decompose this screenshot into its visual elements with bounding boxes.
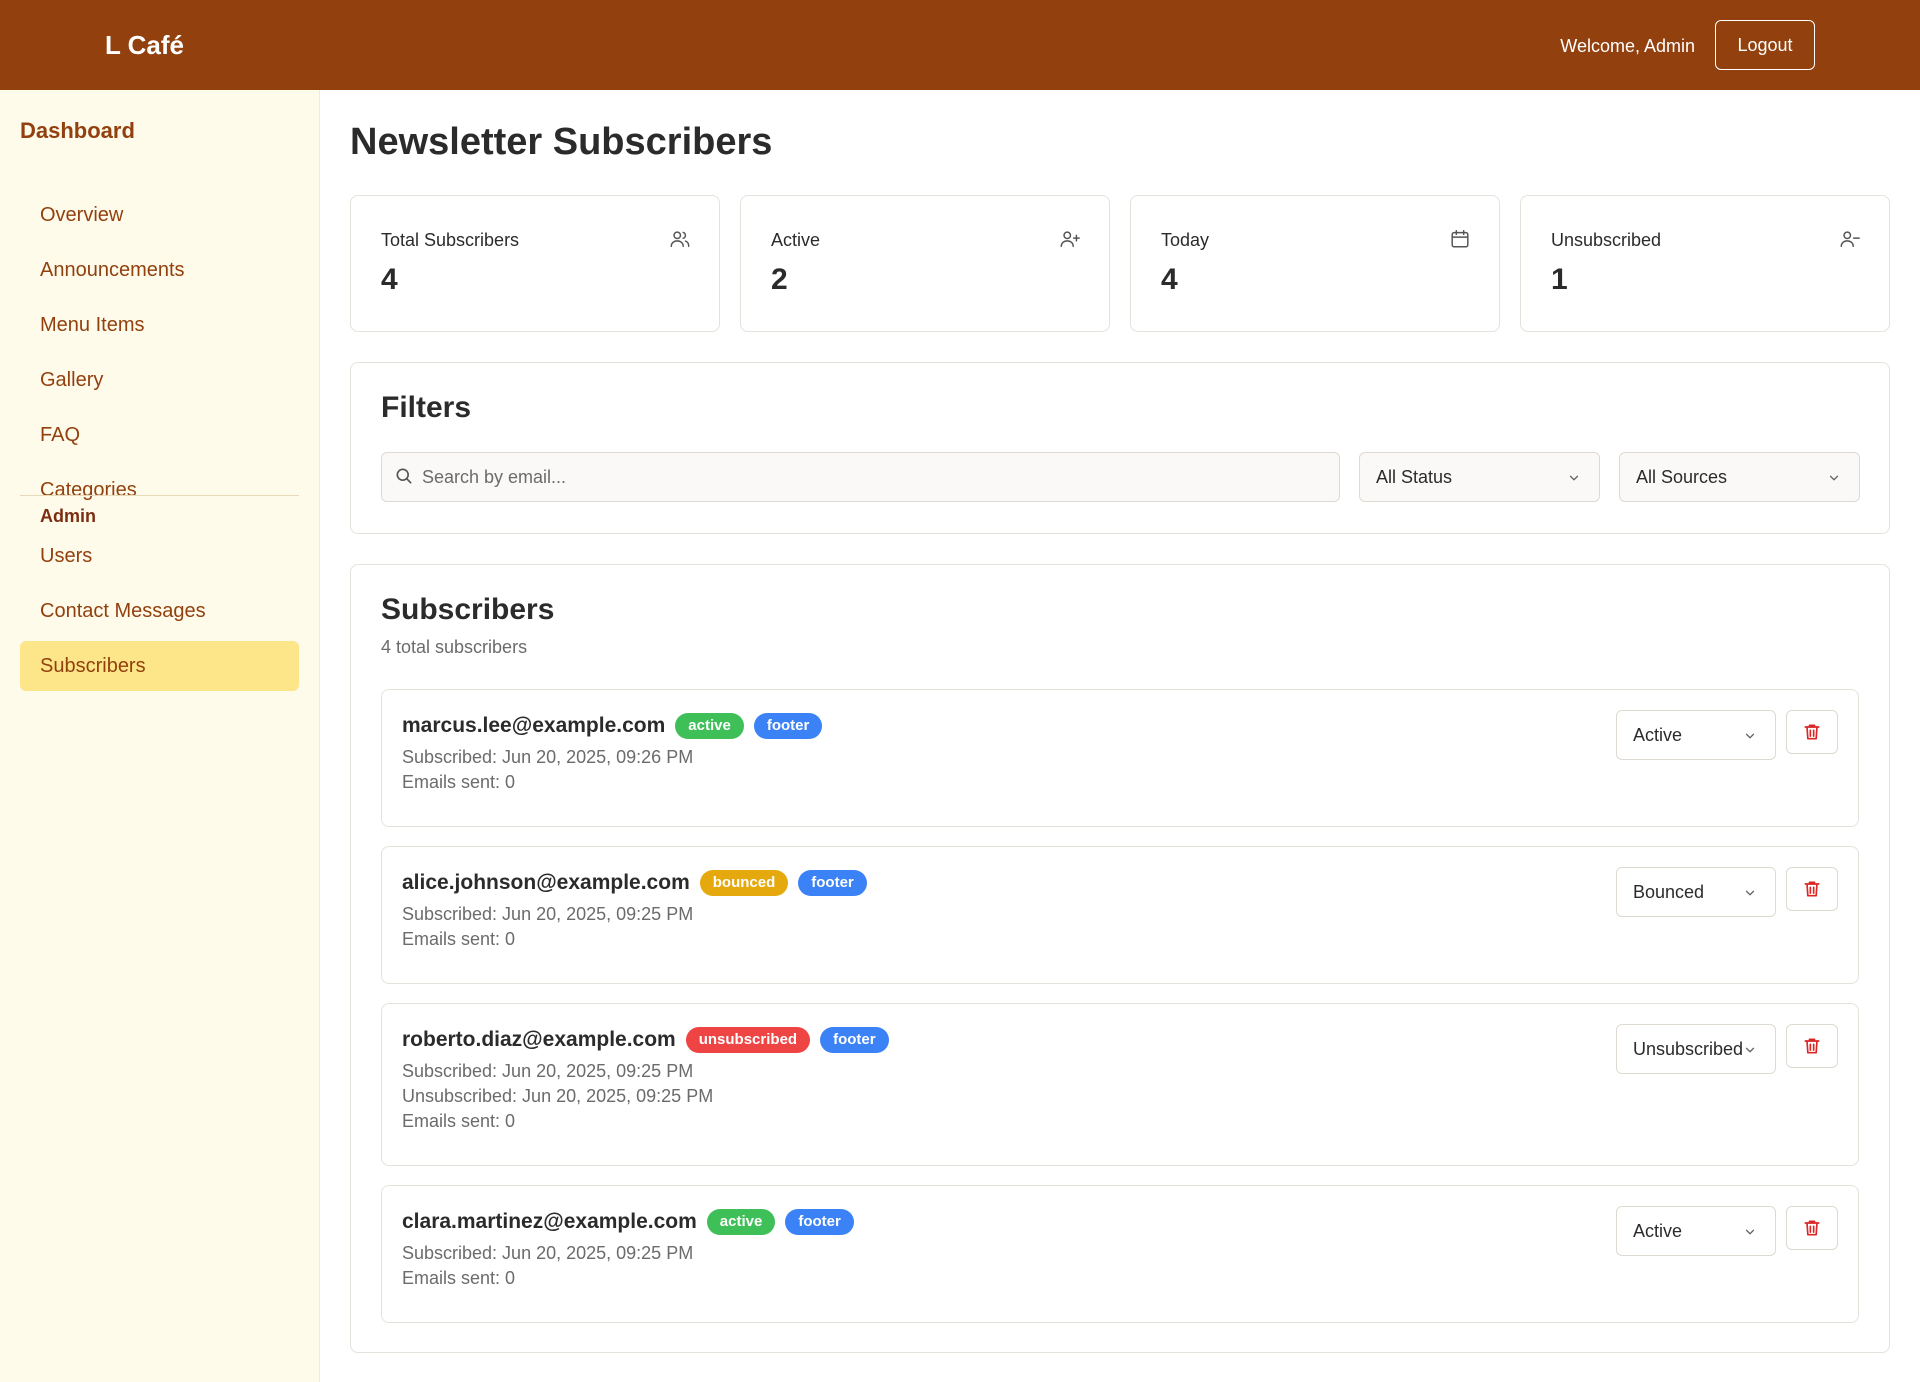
source-badge: footer [798,870,867,896]
search-input[interactable]: Search by email... [381,452,1340,502]
status-select-value: Unsubscribed [1633,1038,1744,1059]
delete-button[interactable] [1786,1206,1838,1250]
emails-sent: Emails sent: 0 [402,772,516,792]
search-icon [396,468,412,484]
brand-logo[interactable]: L Café [105,28,184,62]
filters-card: Filters Search by email... All Status Al… [350,362,1890,534]
stat-label: Active [771,230,821,250]
unsubscribed-date: Unsubscribed: Jun 20, 2025, 09:25 PM [402,1086,714,1106]
status-select[interactable]: Active [1616,1206,1776,1256]
sidebar-item-gallery[interactable]: Gallery [20,355,299,405]
sidebar-item-menu-items[interactable]: Menu Items [20,300,299,350]
sidebar-item-faq[interactable]: FAQ [20,410,299,460]
emails-sent: Emails sent: 0 [402,1268,516,1288]
subscriber-row: alice.johnson@example.com bounced footer… [381,846,1859,984]
sidebar: Dashboard Overview Announcements Menu It… [0,90,320,1382]
logout-button[interactable]: Logout [1715,20,1815,70]
sidebar-item-users[interactable]: Users [20,531,299,581]
status-badge: active [706,1209,776,1235]
trash-icon [1804,1038,1820,1054]
status-badge: bounced [699,870,789,896]
subscriber-email: roberto.diaz@example.com [402,1028,676,1051]
subscriber-email: marcus.lee@example.com [402,714,666,737]
stat-card-active: Active 2 [740,195,1110,332]
stat-label: Today [1161,230,1210,250]
subscribers-count: 4 total subscribers [381,637,528,657]
delete-button[interactable] [1786,867,1838,911]
chevron-down-icon [1745,733,1755,739]
subscribers-card: Subscribers 4 total subscribers marcus.l… [350,564,1890,1353]
emails-sent: Emails sent: 0 [402,929,516,949]
stat-value: 4 [1161,263,1178,296]
status-filter-value: All Status [1376,466,1453,487]
sidebar-divider [20,495,299,496]
trash-icon [1804,724,1820,740]
chevron-down-icon [1745,1047,1755,1053]
subscribed-date: Subscribed: Jun 20, 2025, 09:26 PM [402,747,694,767]
subscriber-email: alice.johnson@example.com [402,871,690,894]
stat-value: 2 [771,263,788,296]
sidebar-section-admin: Admin [40,506,96,526]
status-select[interactable]: Active [1616,710,1776,760]
chevron-down-icon [1745,890,1755,896]
status-select-value: Active [1633,724,1683,745]
status-badge: active [675,713,744,739]
status-badge: unsubscribed [685,1027,811,1053]
status-filter-select[interactable]: All Status [1359,452,1600,502]
filters-title: Filters [381,391,472,424]
delete-button[interactable] [1786,710,1838,754]
subscriber-row: roberto.diaz@example.com unsubscribed fo… [381,1003,1859,1166]
search-placeholder: Search by email... [422,466,567,487]
subscribed-date: Subscribed: Jun 20, 2025, 09:25 PM [402,904,694,924]
source-badge: footer [753,713,823,739]
welcome-text: Welcome, Admin [1560,36,1695,56]
stat-card-unsubscribed: Unsubscribed 1 [1520,195,1890,332]
sidebar-item-subscribers[interactable]: Subscribers [20,641,299,691]
source-badge: footer [820,1027,889,1053]
subscriber-row: clara.martinez@example.com active footer… [381,1185,1859,1323]
user-plus-icon [1060,231,1080,248]
subscribed-date: Subscribed: Jun 20, 2025, 09:25 PM [402,1243,694,1263]
trash-icon [1804,881,1820,897]
subscribed-date: Subscribed: Jun 20, 2025, 09:25 PM [402,1061,694,1081]
delete-button[interactable] [1786,1024,1838,1068]
source-filter-value: All Sources [1636,466,1728,487]
calendar-icon [1451,230,1469,248]
stat-card-today: Today 4 [1130,195,1500,332]
sidebar-item-overview[interactable]: Overview [20,190,299,240]
source-badge: footer [785,1209,854,1235]
subscriber-email: clara.martinez@example.com [402,1210,697,1233]
stat-value: 4 [381,263,398,296]
subscribers-title: Subscribers [381,593,555,626]
stat-card-total: Total Subscribers 4 [350,195,720,332]
status-select-value: Active [1633,1220,1683,1241]
source-filter-select[interactable]: All Sources [1619,452,1860,502]
subscriber-row: marcus.lee@example.com active footer Sub… [381,689,1859,827]
status-select[interactable]: Unsubscribed [1616,1024,1776,1074]
chevron-down-icon [1745,1229,1755,1235]
status-select[interactable]: Bounced [1616,867,1776,917]
stat-label: Total Subscribers [381,230,520,250]
top-navbar: L Café Welcome, Admin Logout [0,0,1920,90]
sidebar-item-announcements[interactable]: Announcements [20,245,299,295]
status-select-value: Bounced [1633,881,1705,902]
sidebar-title: Dashboard [20,118,135,143]
stat-value: 1 [1551,263,1568,296]
chevron-down-icon [1569,475,1579,481]
trash-icon [1804,1220,1820,1236]
stat-label: Unsubscribed [1551,230,1662,250]
page-title: Newsletter Subscribers [350,121,773,163]
user-minus-icon [1840,231,1860,248]
emails-sent: Emails sent: 0 [402,1111,516,1131]
sidebar-item-contact-messages[interactable]: Contact Messages [20,586,299,636]
chevron-down-icon [1829,475,1839,481]
users-icon [670,231,690,248]
